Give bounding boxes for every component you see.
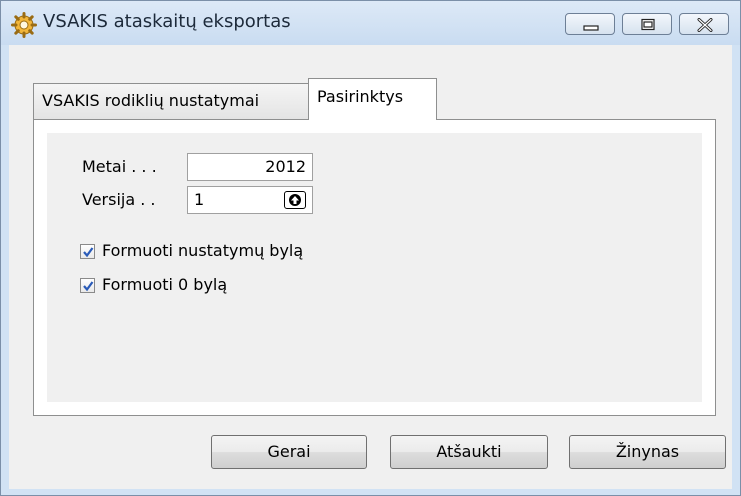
- version-spin-button[interactable]: [284, 191, 306, 209]
- tab-vsakis-settings[interactable]: VSAKIS rodiklių nustatymai: [33, 83, 310, 119]
- checkmark-icon: [83, 281, 94, 292]
- year-label: Metai . . .: [82, 157, 157, 176]
- cancel-button[interactable]: Atšaukti: [390, 435, 548, 469]
- checkmark-icon: [83, 247, 94, 258]
- dialog-window: VSAKIS ataskaitų eksportas VSAKIS rodikl…: [0, 0, 741, 496]
- version-value: 1: [194, 190, 205, 209]
- tab-options[interactable]: Pasirinktys: [308, 78, 437, 120]
- version-label: Versija . .: [82, 190, 156, 209]
- window-title: VSAKIS ataskaitų eksportas: [43, 11, 291, 32]
- tab-label: Pasirinktys: [317, 87, 404, 106]
- close-button[interactable]: [679, 13, 729, 35]
- help-button[interactable]: Žinynas: [569, 435, 726, 469]
- minimize-icon: [583, 25, 599, 31]
- maximize-icon: [641, 18, 655, 31]
- tab-label: VSAKIS rodiklių nustatymai: [42, 91, 260, 110]
- options-group: Metai . . . 2012 Versija . . 1 Formuoti …: [47, 133, 702, 402]
- generate-zero-file-checkbox[interactable]: [80, 278, 95, 293]
- arrow-up-icon: [289, 194, 301, 206]
- close-icon: [697, 18, 713, 32]
- generate-settings-file-label: Formuoti nustatymų bylą: [102, 241, 304, 260]
- maximize-button[interactable]: [622, 13, 672, 35]
- year-input[interactable]: 2012: [187, 153, 313, 181]
- tab-panel: Metai . . . 2012 Versija . . 1 Formuoti …: [33, 119, 716, 416]
- generate-zero-file-label: Formuoti 0 bylą: [102, 275, 228, 294]
- minimize-button[interactable]: [565, 13, 615, 35]
- year-value: 2012: [265, 157, 306, 176]
- version-input[interactable]: 1: [187, 186, 313, 214]
- dialog-client-area: VSAKIS rodiklių nustatymai Pasirinktys M…: [9, 45, 732, 489]
- generate-settings-file-checkbox[interactable]: [80, 244, 95, 259]
- ok-button[interactable]: Gerai: [211, 435, 367, 469]
- title-bar[interactable]: VSAKIS ataskaitų eksportas: [1, 1, 740, 45]
- gears-icon: [11, 12, 37, 38]
